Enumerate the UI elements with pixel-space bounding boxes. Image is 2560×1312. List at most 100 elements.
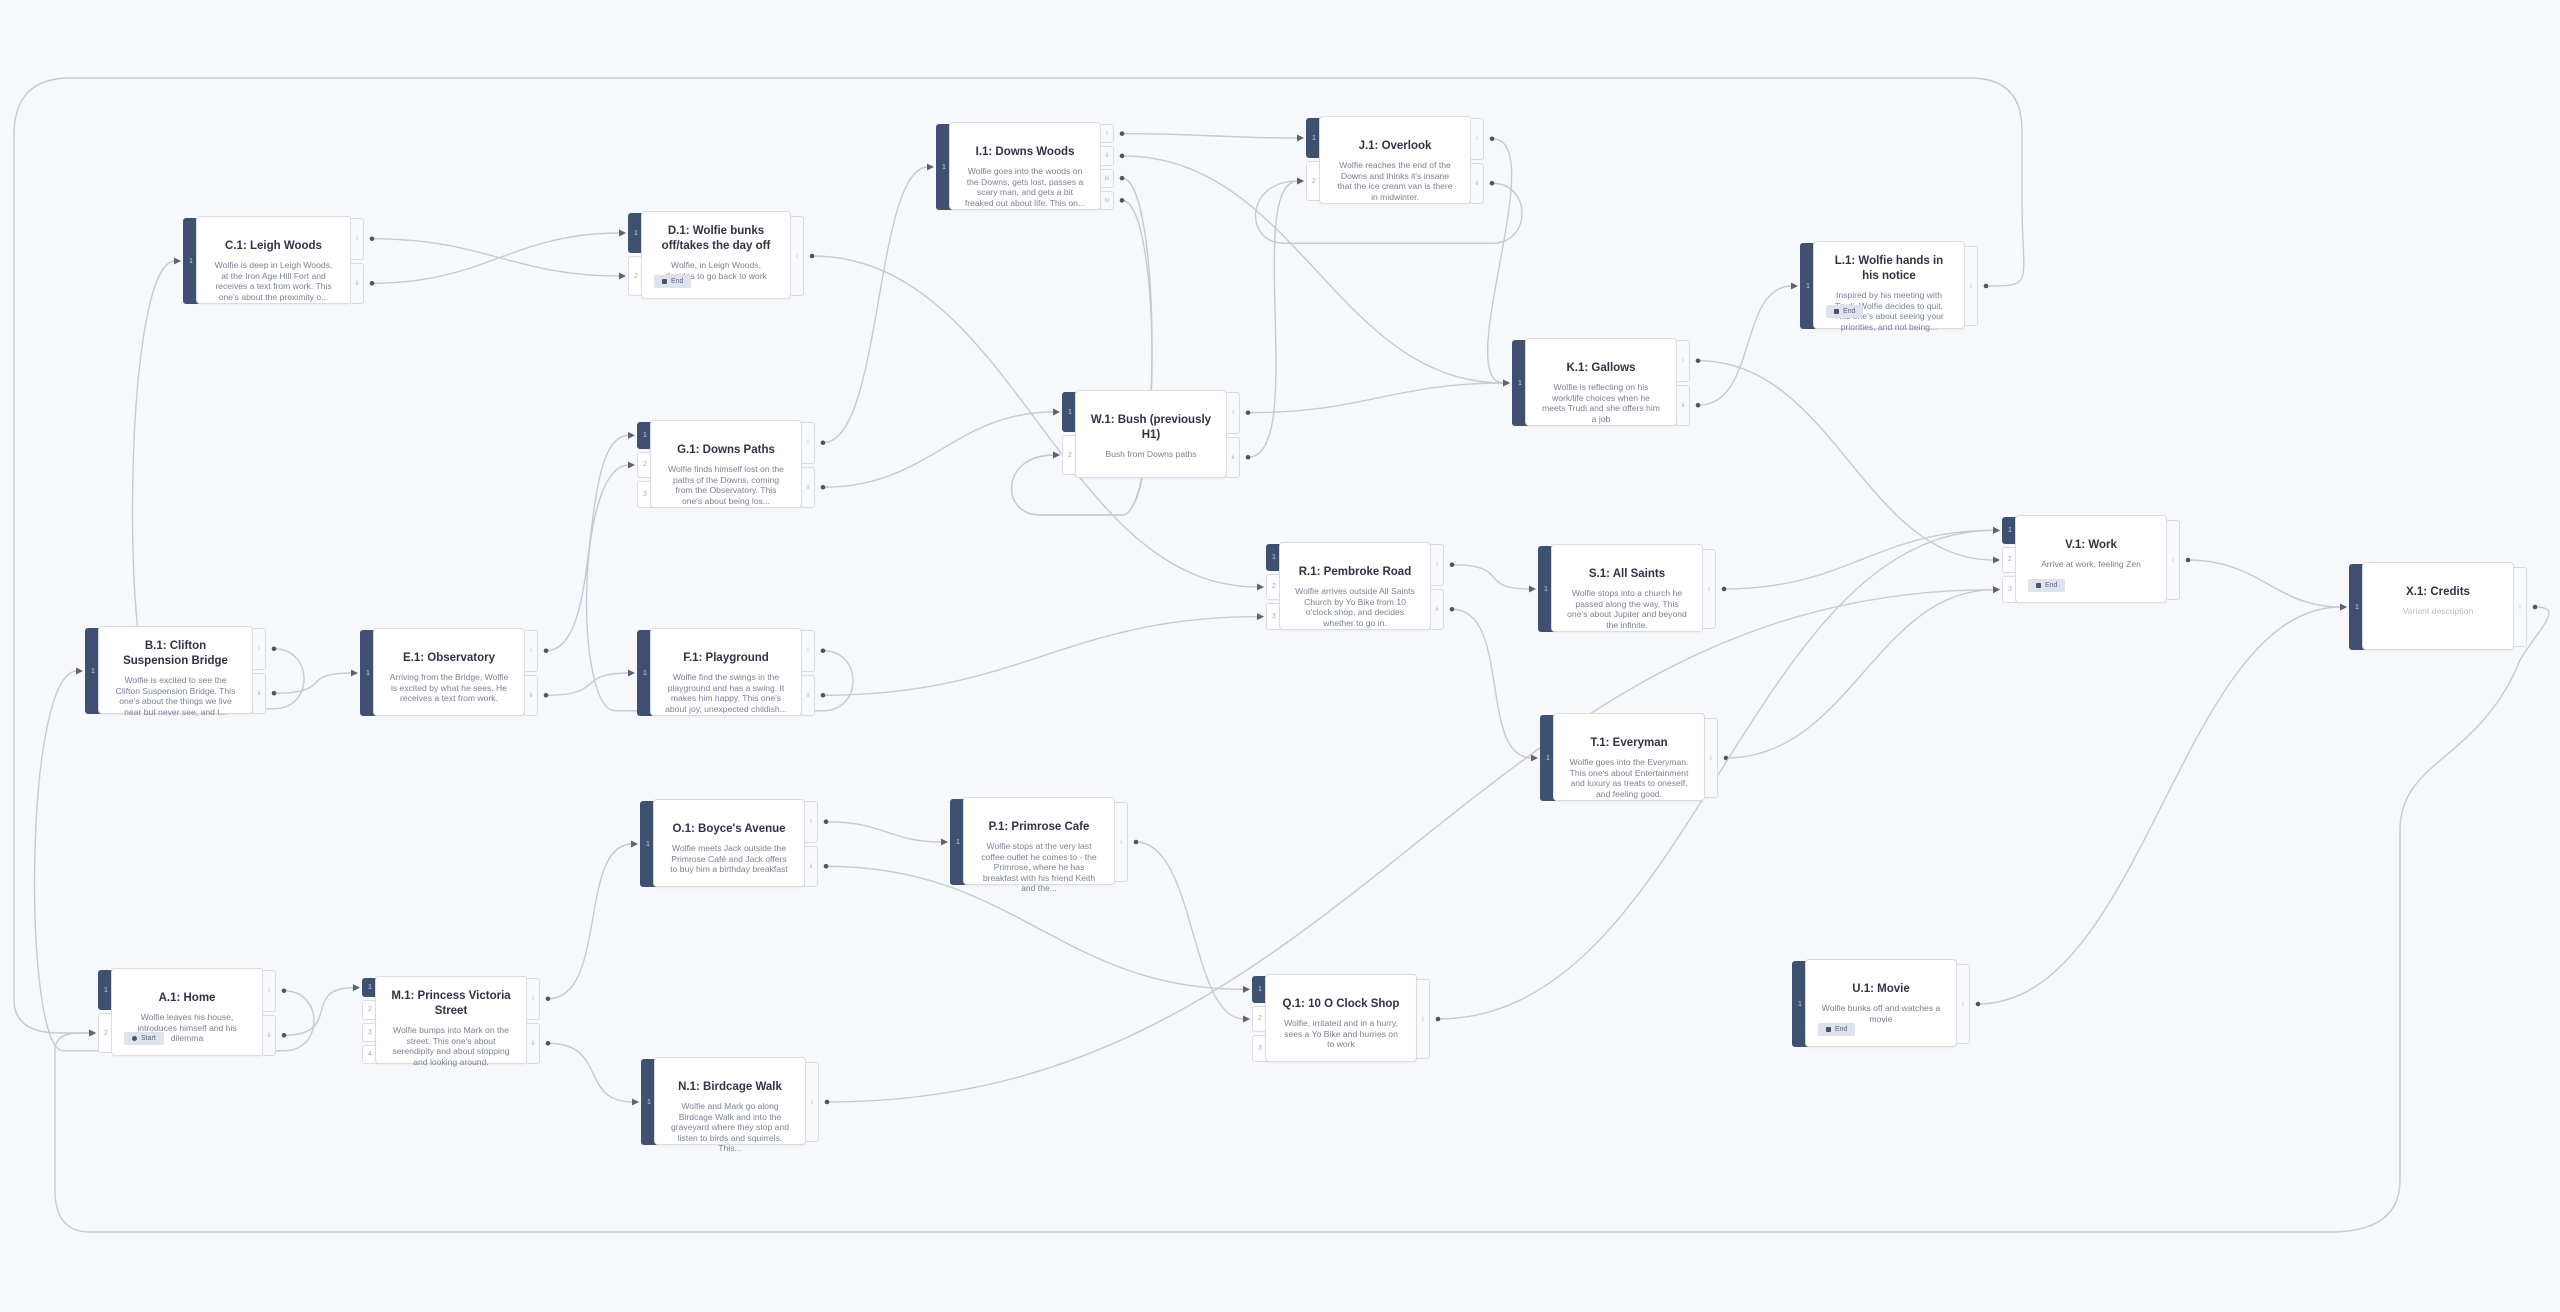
output-port[interactable]: i — [801, 630, 815, 672]
output-port[interactable]: i — [805, 1062, 819, 1142]
node-card[interactable]: E.1: Observatory Arriving from the Bridge… — [373, 628, 525, 716]
node-card[interactable]: R.1: Pembroke Road Wolfie arrives outside… — [1279, 542, 1431, 630]
edge-c-d[interactable] — [371, 238, 621, 277]
output-port[interactable]: ii — [1470, 162, 1484, 204]
edge-m-o[interactable] — [547, 843, 633, 1000]
output-port[interactable]: i — [350, 218, 364, 260]
node-card[interactable]: F.1: Playground Wolfie find the swings in… — [650, 628, 802, 716]
edge-o-p[interactable] — [825, 821, 943, 843]
edge-r-t[interactable] — [1451, 608, 1533, 759]
output-port[interactable]: ii — [350, 262, 364, 304]
output-port[interactable]: i — [1470, 118, 1484, 160]
node-card[interactable]: B.1: Clifton Suspension Bridge Wolfie is … — [98, 626, 253, 717]
edge-i-j[interactable] — [1121, 132, 1299, 139]
edge-w-j[interactable] — [1247, 180, 1299, 458]
story-node-f[interactable]: 1 F.1: Playground Wolfie find the swings i… — [637, 628, 823, 716]
output-port[interactable]: i — [252, 628, 266, 670]
edge-b-e[interactable] — [273, 672, 353, 694]
story-node-p[interactable]: 1 P.1: Primrose Cafe Wolfie stops at the v… — [950, 797, 1136, 893]
edge-g-i[interactable] — [822, 166, 929, 444]
story-node-u[interactable]: 1 U.1: Movie Wolfie bunks off and watches … — [1792, 959, 1978, 1047]
output-port[interactable]: i — [1956, 964, 1970, 1044]
output-port[interactable]: i — [1416, 979, 1430, 1059]
output-port[interactable]: i — [1702, 549, 1716, 629]
node-card[interactable]: L.1: Wolfie hands in his notice Inspired … — [1813, 241, 1965, 332]
output-port[interactable]: ii — [804, 845, 818, 887]
story-node-g[interactable]: 1 2 3 G.1: Downs Paths Wolfie finds himself … — [637, 420, 823, 508]
edge-f-r[interactable] — [822, 615, 1259, 696]
story-node-l[interactable]: 1 L.1: Wolfie hands in his notice Inspired… — [1800, 241, 1986, 332]
node-card[interactable]: S.1: All Saints Wolfie stops into a churc… — [1551, 544, 1703, 632]
output-port[interactable]: i — [1114, 802, 1128, 882]
output-port[interactable]: i — [526, 978, 540, 1020]
node-card[interactable]: T.1: Everyman Wolfie goes into the Everym… — [1553, 713, 1705, 801]
node-card[interactable]: X.1: Credits Variant description — [2362, 562, 2514, 650]
output-port[interactable]: ii — [1100, 146, 1114, 166]
edge-a-m[interactable] — [283, 986, 355, 1036]
output-port[interactable]: i — [801, 422, 815, 464]
output-port[interactable]: i — [790, 216, 804, 296]
story-node-t[interactable]: 1 T.1: Everyman Wolfie goes into the Every… — [1540, 713, 1726, 801]
output-port[interactable]: ii — [801, 466, 815, 508]
output-port[interactable]: iv — [1100, 190, 1114, 210]
node-card[interactable]: M.1: Princess Victoria Street Wolfie bump… — [375, 976, 527, 1067]
story-node-k[interactable]: 1 K.1: Gallows Wolfie is reflecting on his… — [1512, 338, 1698, 426]
story-node-e[interactable]: 1 E.1: Observatory Arriving from the Bridg… — [360, 628, 546, 716]
edge-t-v[interactable] — [1725, 588, 1995, 759]
output-port[interactable]: i — [804, 801, 818, 843]
node-card[interactable]: D.1: Wolfie bunks off/takes the day off W… — [641, 211, 791, 299]
story-node-s[interactable]: 1 S.1: All Saints Wolfie stops into a chur… — [1538, 544, 1724, 632]
story-node-w[interactable]: 1 2 W.1: Bush (previously H1) Bush from Dow… — [1062, 390, 1248, 478]
story-node-x[interactable]: 1 X.1: Credits Variant description i — [2349, 562, 2535, 650]
node-card[interactable]: G.1: Downs Paths Wolfie finds himself los… — [650, 420, 802, 508]
output-port[interactable]: i — [1676, 340, 1690, 382]
output-port[interactable]: i — [1964, 246, 1978, 326]
node-card[interactable]: A.1: Home Wolfie leaves his house, introd… — [111, 968, 263, 1056]
output-port[interactable]: ii — [252, 672, 266, 714]
story-node-n[interactable]: 1 N.1: Birdcage Walk Wolfie and Mark go al… — [641, 1057, 827, 1153]
story-node-b[interactable]: 1 B.1: Clifton Suspension Bridge Wolfie is… — [85, 626, 274, 717]
story-node-o[interactable]: 1 O.1: Boyce's Avenue Wolfie meets Jack ou… — [640, 799, 826, 887]
output-port[interactable]: ii — [1430, 588, 1444, 630]
node-card[interactable]: U.1: Movie Wolfie bunks off and watches a… — [1805, 959, 1957, 1047]
output-port[interactable]: i — [1704, 718, 1718, 798]
story-node-d[interactable]: 1 2 D.1: Wolfie bunks off/takes the day of… — [628, 211, 812, 299]
story-node-a[interactable]: 1 2 A.1: Home Wolfie leaves his house, intr… — [98, 968, 284, 1056]
node-card[interactable]: W.1: Bush (previously H1) Bush from Downs… — [1075, 390, 1227, 478]
output-port[interactable]: i — [262, 970, 276, 1012]
edge-g-w[interactable] — [822, 411, 1055, 488]
edge-w-k[interactable] — [1247, 382, 1505, 414]
node-card[interactable]: Q.1: 10 O Clock Shop Wolfie, irritated an… — [1265, 974, 1417, 1062]
edge-e-f[interactable] — [545, 672, 630, 696]
story-node-v[interactable]: 1 2 3 V.1: Work Arrive at work, feeling Zen E… — [2002, 515, 2188, 603]
output-port[interactable]: ii — [1676, 384, 1690, 426]
node-card[interactable]: N.1: Birdcage Walk Wolfie and Mark go alo… — [654, 1057, 806, 1153]
node-card[interactable]: I.1: Downs Woods Wolfie goes into the woo… — [949, 122, 1101, 210]
node-card[interactable]: O.1: Boyce's Avenue Wolfie meets Jack out… — [653, 799, 805, 887]
edge-e-g[interactable] — [545, 434, 630, 652]
story-node-r[interactable]: 1 2 3 R.1: Pembroke Road Wolfie arrives outs… — [1266, 542, 1452, 630]
output-port[interactable]: i — [1430, 544, 1444, 586]
story-node-q[interactable]: 1 2 3 Q.1: 10 O Clock Shop Wolfie, irritated… — [1252, 974, 1438, 1062]
node-card[interactable]: C.1: Leigh Woods Wolfie is deep in Leigh … — [196, 216, 351, 304]
output-port[interactable]: ii — [524, 674, 538, 716]
output-port[interactable]: i — [2166, 520, 2180, 600]
story-node-m[interactable]: 1 2 3 4 M.1: Princess Victoria Street Wolfie … — [362, 976, 548, 1067]
story-node-i[interactable]: 1 I.1: Downs Woods Wolfie goes into the wo… — [936, 122, 1122, 210]
node-card[interactable]: J.1: Overlook Wolfie reaches the end of t… — [1319, 116, 1471, 204]
edge-m-n[interactable] — [547, 1042, 634, 1103]
output-port[interactable]: i — [1100, 124, 1114, 144]
story-node-j[interactable]: 1 2 J.1: Overlook Wolfie reaches the end of… — [1306, 116, 1492, 204]
output-port[interactable]: ii — [526, 1022, 540, 1064]
edge-r-s[interactable] — [1451, 564, 1531, 590]
node-card[interactable]: P.1: Primrose Cafe Wolfie stops at the ve… — [963, 797, 1115, 893]
node-card[interactable]: K.1: Gallows Wolfie is reflecting on his … — [1525, 338, 1677, 426]
output-port[interactable]: i — [2513, 567, 2527, 647]
edge-k-v[interactable] — [1697, 360, 1995, 561]
output-port[interactable]: i — [1226, 392, 1240, 434]
node-card[interactable]: V.1: Work Arrive at work, feeling Zen End — [2015, 515, 2167, 603]
output-port[interactable]: ii — [1226, 436, 1240, 478]
output-port[interactable]: iii — [1100, 168, 1114, 188]
edge-p-q[interactable] — [1135, 841, 1245, 1020]
output-port[interactable]: i — [524, 630, 538, 672]
